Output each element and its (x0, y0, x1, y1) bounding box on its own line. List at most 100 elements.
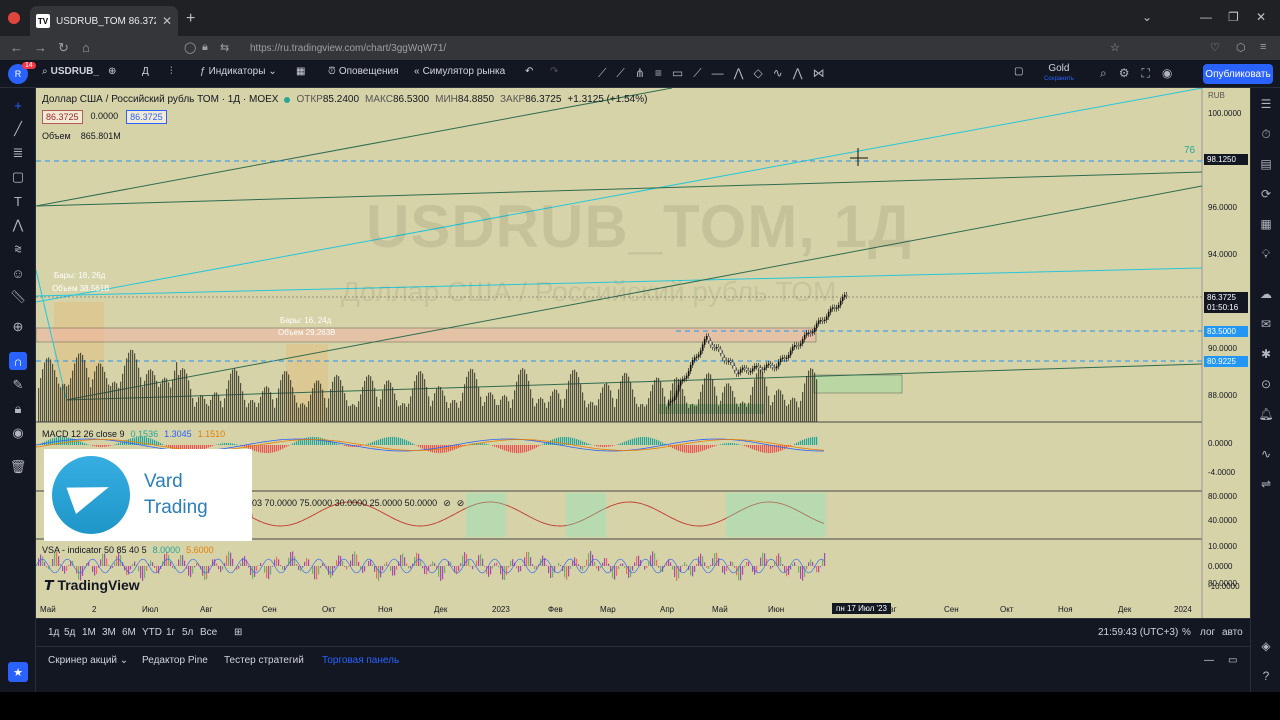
lock-icon[interactable]: 🔒︎ (9, 400, 27, 418)
ray-icon[interactable]: ⟋ (616, 66, 624, 81)
bookmark-star-icon[interactable]: ☆ (1110, 41, 1120, 54)
rectangle-icon[interactable]: ▢ (9, 168, 27, 186)
signals-icon[interactable]: ⊙ (1258, 376, 1274, 392)
vsa-title[interactable]: VSA - indicator 50 85 40 5 (42, 545, 147, 555)
collapse-panel-icon[interactable]: — (1204, 655, 1214, 666)
extensions-icon[interactable]: ⬡ (1236, 41, 1246, 54)
range-button[interactable]: 1г (166, 627, 175, 638)
replay-button[interactable]: «Симулятор рынка (414, 66, 505, 77)
elliott-icon[interactable]: ⋀ (793, 66, 803, 81)
ideas-icon[interactable]: 💡︎ (1258, 246, 1274, 262)
pattern-icon[interactable]: ⋀ (9, 216, 27, 234)
range-button[interactable]: Все (200, 627, 217, 638)
layers-icon[interactable]: ◈ (1258, 638, 1274, 654)
alerts-clock-icon[interactable]: ⏱ (1258, 126, 1274, 142)
tab-search-icon[interactable]: ⌄ (1142, 10, 1152, 24)
macd-title[interactable]: MACD 12 26 close 9 (42, 429, 125, 439)
url-field[interactable]: https://ru.tradingview.com/chart/3ggWqW7… (178, 39, 1128, 57)
path-icon[interactable]: ⟋ (693, 66, 701, 81)
price-scale[interactable]: RUB 100.000098.000096.000094.000092.0000… (1202, 88, 1250, 618)
indicators-button[interactable]: ƒ Индикаторы ⌄ (200, 66, 277, 77)
currency-label[interactable]: RUB (1208, 91, 1225, 100)
range-button[interactable]: 5л (182, 627, 193, 638)
tab-strategy-tester[interactable]: Тестер стратегий (224, 655, 304, 666)
streams-icon[interactable]: ☁ (1258, 286, 1274, 302)
chart-pane[interactable]: USDRUB_TOM, 1Д Доллар США / Российский р… (36, 88, 1250, 618)
trash-icon[interactable]: 🗑︎ (9, 458, 27, 476)
ruler-icon[interactable]: 📏︎ (9, 288, 27, 306)
home-icon[interactable]: ⌂ (82, 40, 90, 55)
undo-icon[interactable]: ↶ (525, 66, 533, 77)
text-icon[interactable]: T (9, 192, 27, 210)
interval-button[interactable]: Д (142, 66, 149, 77)
trendline-icon[interactable]: ⟋ (598, 66, 606, 81)
chart-title[interactable]: Доллар США / Российский рубль ТОМ · 1Д ·… (42, 94, 278, 105)
auto-toggle[interactable]: авто (1222, 627, 1243, 638)
watchlist-icon[interactable]: ☰ (1258, 96, 1274, 112)
gann-icon[interactable]: ⋈ (813, 66, 825, 81)
order-panel-icon[interactable]: ⇌ (1258, 476, 1274, 492)
pitchfork-icon[interactable]: ⋔ (635, 66, 645, 81)
tab-trading-panel[interactable]: Торговая панель (322, 655, 399, 666)
time-scale[interactable]: Май 2 Июл Авг Сен Окт Ноя Дек 2023 Фев Мар Апр Май Ию… (36, 602, 1202, 618)
eye-icon[interactable]: ◉ (9, 424, 27, 442)
wave-icon[interactable]: ∿ (773, 66, 783, 81)
visibility-icon[interactable]: ⊘ (443, 498, 451, 509)
tab-close-icon[interactable]: ✕ (162, 14, 172, 28)
range-button[interactable]: 5д (64, 627, 75, 638)
clock-timezone[interactable]: 21:59:43 (UTC+3) (1098, 627, 1178, 638)
zoom-icon[interactable]: ⊕ (9, 318, 27, 336)
menu-icon[interactable]: ≡ (1260, 41, 1266, 53)
horizontal-line-icon[interactable]: — (712, 66, 724, 81)
calendar-icon[interactable]: ▦ (1258, 216, 1274, 232)
layout-icon[interactable]: ▢ (1014, 66, 1023, 77)
fullscreen-icon[interactable]: ⛶ (1142, 66, 1150, 81)
publish-button[interactable]: Опубликовать (1203, 64, 1273, 84)
alerts-button[interactable]: ⏰︎ Оповещения (328, 66, 399, 77)
minimize-icon[interactable]: — (1200, 10, 1212, 24)
prediction-icon[interactable]: ⩬ (9, 240, 27, 258)
range-button[interactable]: 3М (102, 627, 116, 638)
range-button[interactable]: YTD (142, 627, 162, 638)
chat-icon[interactable]: ✉ (1258, 316, 1274, 332)
visibility-icon[interactable]: ⊘ (457, 498, 465, 509)
tab-pine-editor[interactable]: Редактор Pine (142, 655, 208, 666)
reload-icon[interactable]: ↻ (58, 40, 69, 56)
gear-icon[interactable]: ⚙ (1119, 66, 1130, 81)
back-icon[interactable]: ← (10, 40, 23, 55)
forward-icon[interactable]: → (34, 40, 47, 55)
chart-type-icon[interactable]: ⫶ (170, 66, 173, 77)
pocket-icon[interactable]: ♡ (1210, 41, 1220, 54)
compare-symbol-icon[interactable]: ⊕ (108, 66, 116, 77)
symbol-search[interactable]: ⌕ USDRUB_ (42, 66, 99, 77)
ask-value[interactable]: 86.3725 (126, 110, 167, 124)
crosshair-icon[interactable]: + (9, 96, 27, 114)
keep-drawing-icon[interactable]: ✎ (9, 376, 27, 394)
percent-toggle[interactable]: % (1182, 627, 1191, 638)
emoji-icon[interactable]: ☺ (9, 264, 27, 282)
magnet-icon[interactable]: ∩ (9, 352, 27, 370)
camera-icon[interactable]: ◉ (1162, 66, 1172, 81)
search-icon[interactable]: ⌕ (1100, 66, 1107, 81)
range-button[interactable]: 1М (82, 627, 96, 638)
tab-stock-screener[interactable]: Скринер акций ⌄ (48, 655, 128, 666)
range-button[interactable]: 6М (122, 627, 136, 638)
trading-panel-icon[interactable]: ∿ (1258, 446, 1274, 462)
close-window-icon[interactable]: ✕ (1256, 10, 1266, 24)
maximize-panel-icon[interactable]: ▭ (1228, 655, 1237, 666)
trendline-icon[interactable]: ╱ (9, 120, 27, 138)
pattern-icon[interactable]: ⋀ (734, 66, 744, 81)
rectangle-icon[interactable]: ▭ (672, 66, 683, 81)
bid-value[interactable]: 86.3725 (42, 110, 83, 124)
help-icon[interactable]: ? (1258, 668, 1274, 684)
notifications-icon[interactable]: 🔔︎ (1258, 406, 1274, 422)
fib-retracement-icon[interactable]: ≣ (9, 144, 27, 162)
range-button[interactable]: 1д (48, 627, 59, 638)
fib-icon[interactable]: ≡ (655, 66, 662, 81)
favorites-star-icon[interactable]: ★ (8, 662, 28, 682)
log-toggle[interactable]: лог (1200, 627, 1215, 638)
browser-tab[interactable]: TV USDRUB_TOM 86.3725 ▲ +1.54% ✕ (30, 6, 178, 36)
shape-icon[interactable]: ◇ (753, 66, 762, 81)
browser-logo-icon[interactable] (8, 12, 20, 24)
new-tab-icon[interactable]: + (186, 10, 195, 28)
